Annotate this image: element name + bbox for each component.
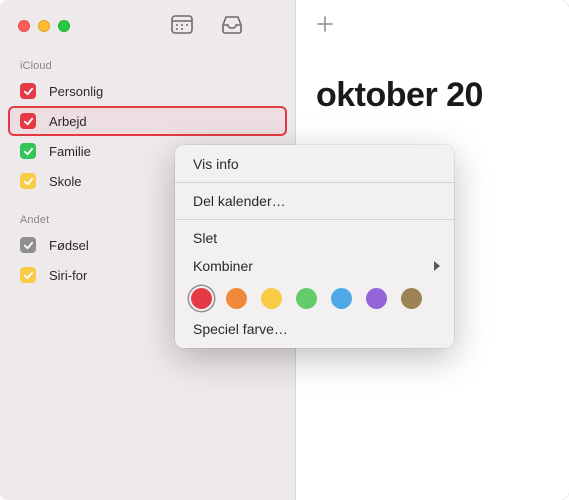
color-swatch[interactable] [296, 288, 317, 309]
color-swatch[interactable] [366, 288, 387, 309]
checkbox-icon[interactable] [20, 267, 36, 283]
checkbox-icon[interactable] [20, 173, 36, 189]
calendar-label: Arbejd [49, 114, 87, 129]
plus-icon[interactable] [314, 13, 336, 40]
sidebar-toolbar [170, 13, 244, 40]
checkbox-icon[interactable] [20, 113, 36, 129]
menu-separator [175, 182, 454, 183]
calendar-item-arbejde[interactable]: Arbejd [8, 106, 287, 136]
context-menu: Vis info Del kalender… Slet Kombiner Spe… [175, 145, 454, 348]
color-swatch[interactable] [261, 288, 282, 309]
color-swatch[interactable] [331, 288, 352, 309]
checkbox-icon[interactable] [20, 237, 36, 253]
calendar-label: Fødsel [49, 238, 89, 253]
app-window: iCloud Personlig Arbejd Familie [0, 0, 569, 500]
maximize-icon[interactable] [58, 20, 70, 32]
calendar-label: Siri-for [49, 268, 87, 283]
checkbox-icon[interactable] [20, 143, 36, 159]
menu-separator [175, 219, 454, 220]
color-swatch[interactable] [191, 288, 212, 309]
inbox-icon[interactable] [220, 13, 244, 40]
menu-item-kombiner[interactable]: Kombiner [175, 252, 454, 280]
color-swatch[interactable] [226, 288, 247, 309]
color-swatch-row [175, 280, 454, 315]
menu-item-vis-info[interactable]: Vis info [175, 150, 454, 178]
menu-item-del-kalender[interactable]: Del kalender… [175, 187, 454, 215]
menu-item-speciel-farve[interactable]: Speciel farve… [175, 315, 454, 343]
menu-item-slet[interactable]: Slet [175, 224, 454, 252]
checkbox-icon[interactable] [20, 83, 36, 99]
titlebar [0, 0, 295, 52]
calendar-label: Personlig [49, 84, 103, 99]
calendar-icon[interactable] [170, 13, 194, 40]
calendar-item-personlig[interactable]: Personlig [8, 76, 287, 106]
section-title: iCloud [0, 52, 295, 76]
close-icon[interactable] [18, 20, 30, 32]
color-swatch[interactable] [401, 288, 422, 309]
window-controls [18, 20, 70, 32]
minimize-icon[interactable] [38, 20, 50, 32]
calendar-label: Skole [49, 174, 82, 189]
page-title: oktober 20 [296, 52, 569, 115]
calendar-label: Familie [49, 144, 91, 159]
main-toolbar [296, 0, 569, 52]
